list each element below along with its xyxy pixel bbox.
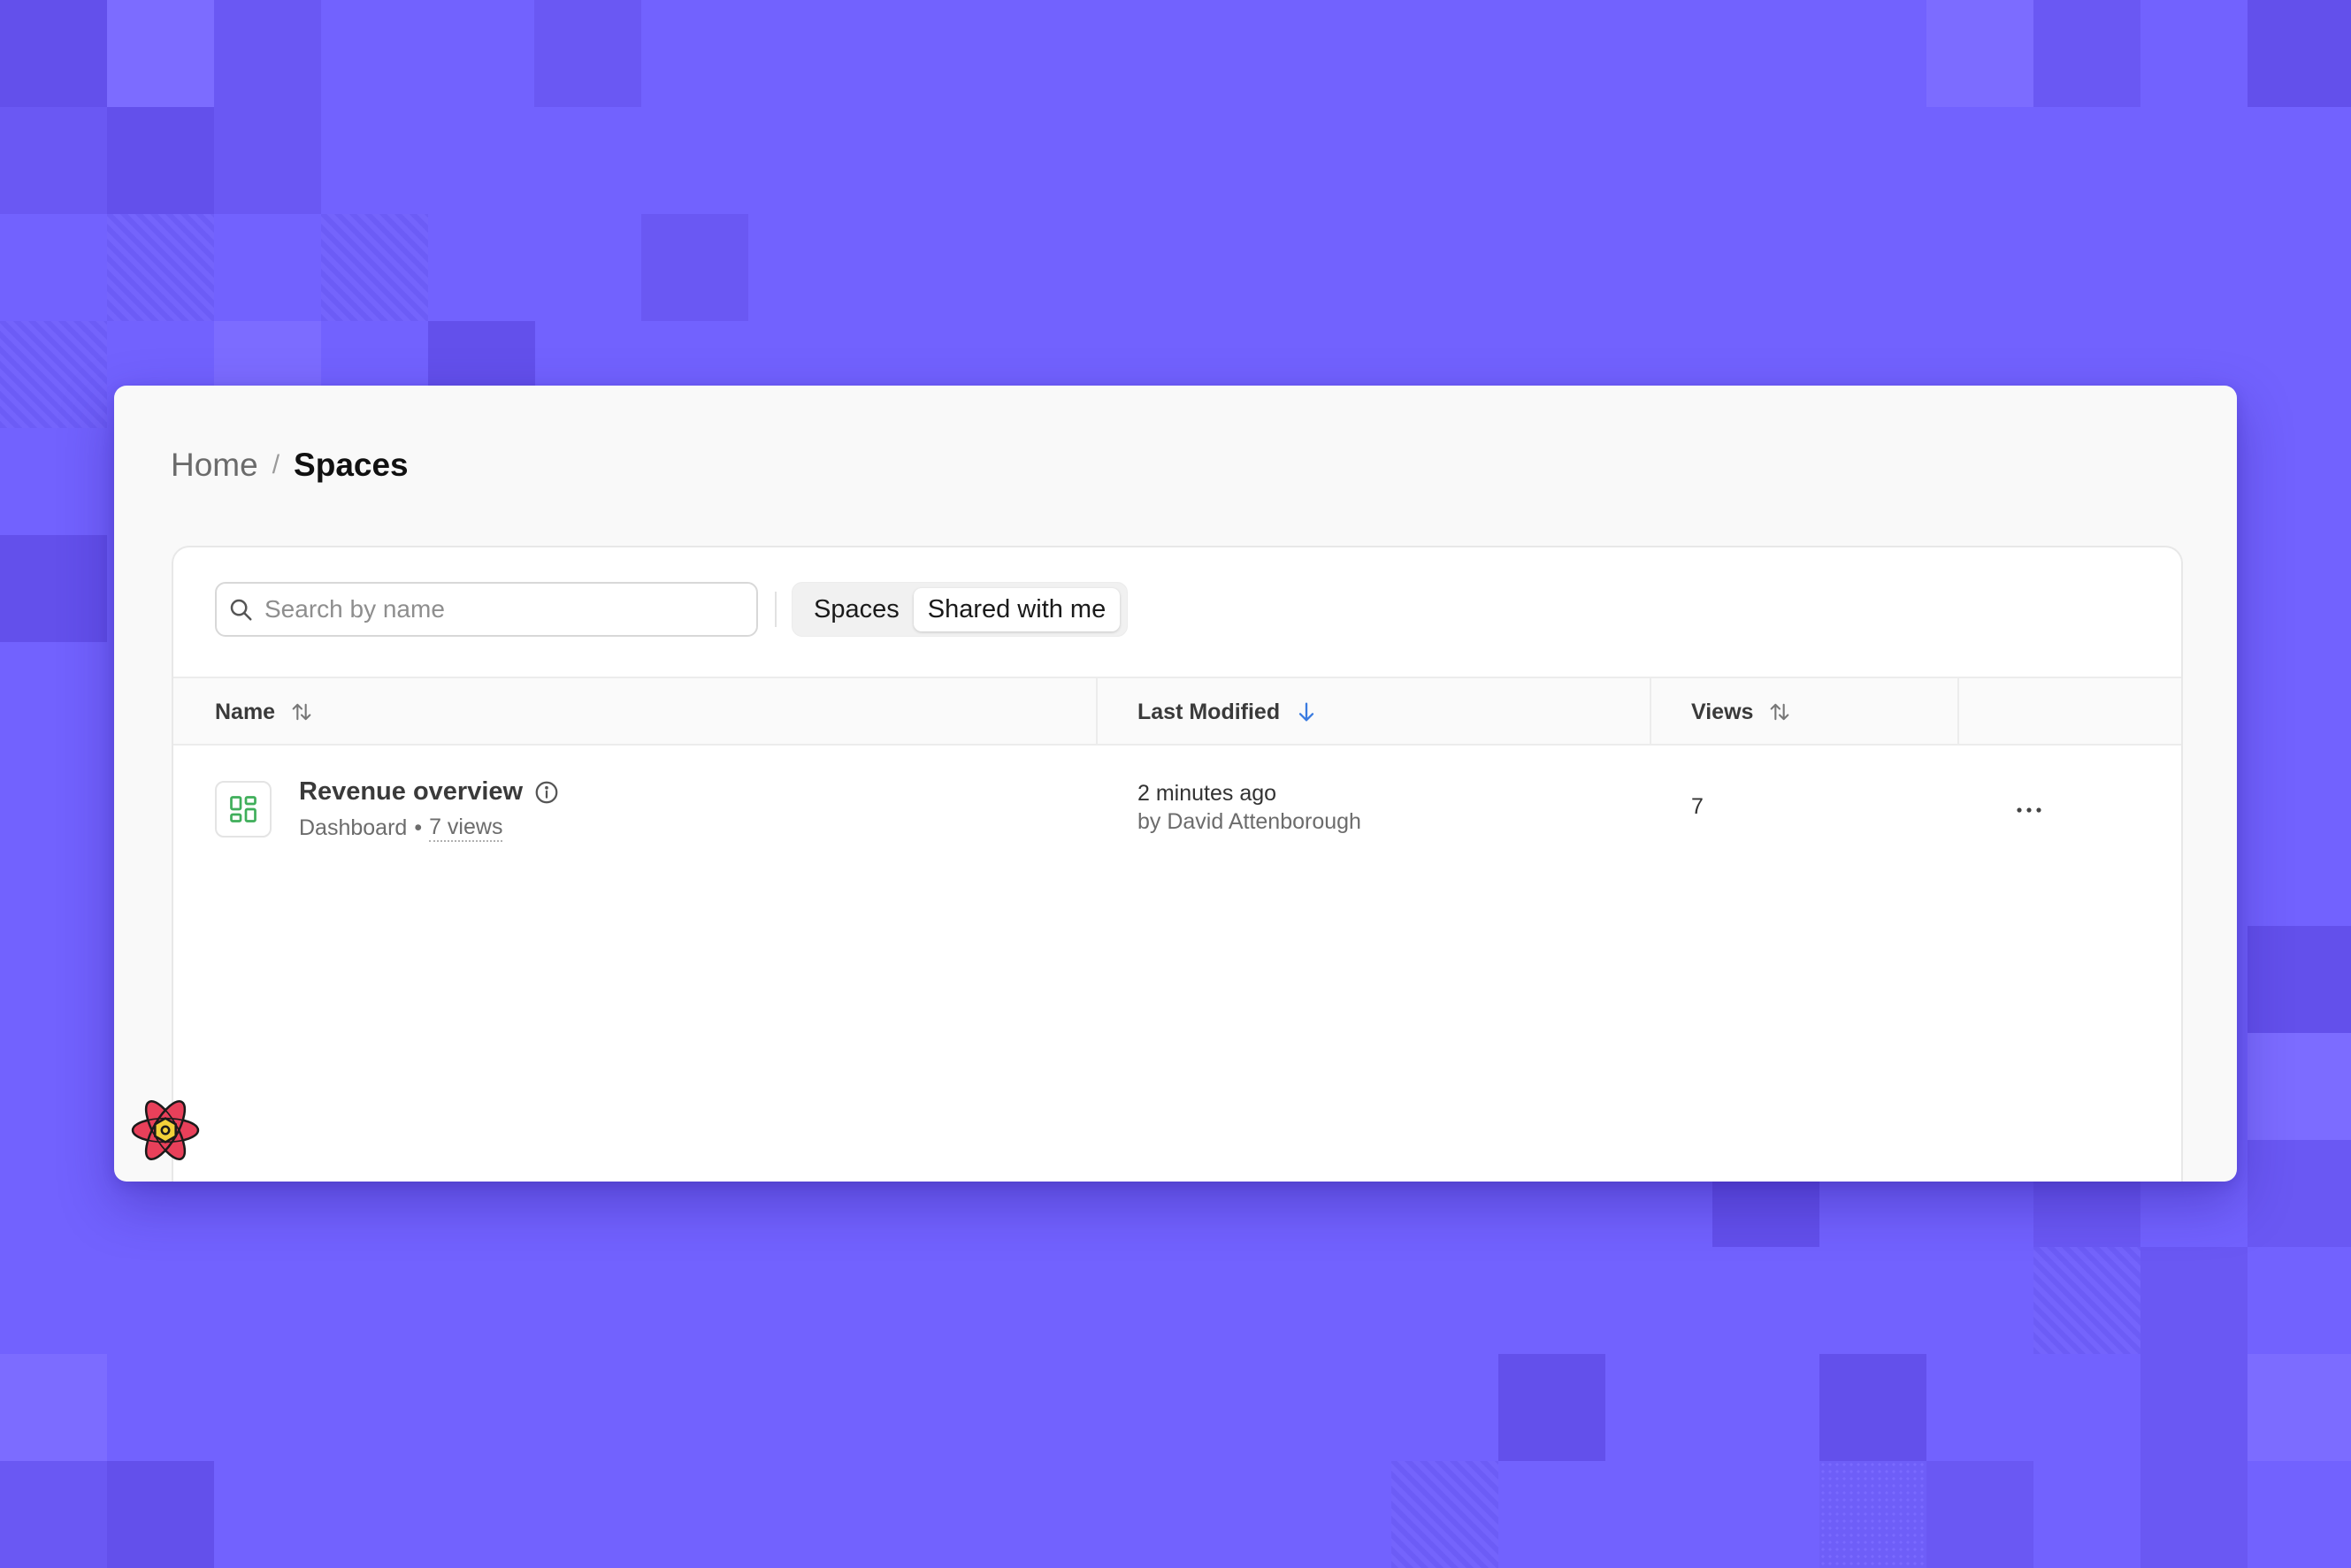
toolbar-divider: [775, 592, 777, 627]
more-options-button[interactable]: [2010, 792, 2049, 828]
column-header-label: Last Modified: [1137, 699, 1281, 724]
bg-tile: [2248, 1140, 2351, 1247]
bg-tile: [2033, 1247, 2140, 1354]
item-title[interactable]: Revenue overview: [299, 777, 523, 807]
bg-tile: [0, 321, 107, 428]
react-logo-icon[interactable]: [128, 1093, 203, 1167]
column-divider: [1096, 678, 1098, 746]
column-divider: [1957, 678, 1959, 746]
breadcrumb: Home / Spaces: [171, 444, 409, 486]
bg-tile: [1819, 1354, 1926, 1461]
breadcrumb-home-link[interactable]: Home: [171, 447, 258, 484]
modified-time: 2 minutes ago: [1137, 781, 1277, 806]
column-divider: [1650, 678, 1651, 746]
bg-tile: [0, 0, 107, 107]
spaces-panel: Spaces Shared with me Name Last Modified: [172, 546, 2183, 1182]
breadcrumb-current: Spaces: [294, 447, 409, 483]
dashboard-icon: [215, 781, 272, 838]
bg-tile: [0, 535, 107, 642]
views-count: 7: [1691, 794, 1704, 819]
more-horizontal-icon: [2017, 807, 2041, 813]
tab-spaces[interactable]: Spaces: [800, 588, 914, 631]
bg-tile: [1391, 1461, 1498, 1568]
bg-tile: [2248, 926, 2351, 1033]
bg-tile: [1926, 0, 2033, 107]
bg-tile: [2248, 0, 2351, 107]
bg-tile: [107, 1461, 214, 1568]
column-header-views[interactable]: Views: [1691, 678, 1792, 746]
bg-tile: [107, 0, 214, 107]
bg-tile: [534, 0, 641, 107]
info-icon[interactable]: [533, 779, 560, 806]
bg-tile: [2140, 1247, 2248, 1354]
column-header-label: Views: [1691, 699, 1754, 724]
search-input[interactable]: [263, 594, 756, 624]
bg-tile: [1926, 1461, 2033, 1568]
arrow-down-icon: [1298, 702, 1314, 722]
search-box[interactable]: [215, 582, 758, 637]
spaces-window: Home / Spaces Spaces Shared with me Name: [114, 386, 2237, 1182]
breadcrumb-separator: /: [272, 450, 280, 479]
bg-tile: [0, 1354, 107, 1461]
bg-tile: [2248, 1354, 2351, 1461]
bg-tile: [107, 214, 214, 321]
bg-tile: [1498, 1354, 1605, 1461]
table-row[interactable]: Revenue overview Dashboard • 7 views 2 m…: [173, 746, 2181, 875]
modified-by: by David Attenborough: [1137, 809, 1361, 834]
bg-tile: [214, 107, 321, 214]
view-toggle: Spaces Shared with me: [792, 582, 1129, 637]
bg-tile: [0, 1461, 107, 1568]
bg-tile: [214, 0, 321, 107]
bg-tile: [2140, 1354, 2248, 1461]
item-views-link[interactable]: 7 views: [429, 815, 503, 842]
bg-tile: [0, 107, 107, 214]
bg-tile: [2033, 0, 2140, 107]
item-subtitle: Dashboard • 7 views: [299, 815, 503, 842]
bg-tile: [2140, 1461, 2248, 1568]
column-header-last-modified[interactable]: Last Modified: [1137, 678, 1319, 746]
subtitle-separator: •: [414, 815, 423, 840]
bg-tile: [107, 107, 214, 214]
table-header: Name Last Modified Views: [173, 677, 2181, 746]
bg-tile: [2248, 1033, 2351, 1140]
item-type: Dashboard: [299, 815, 408, 840]
sort-icon: [1771, 703, 1789, 721]
bg-tile: [641, 214, 748, 321]
toolbar: Spaces Shared with me: [173, 547, 2181, 677]
column-header-label: Name: [215, 699, 276, 724]
sort-icon: [292, 703, 311, 721]
column-header-name[interactable]: Name: [215, 678, 314, 746]
bg-tile: [1819, 1461, 1926, 1568]
tab-shared-with-me[interactable]: Shared with me: [913, 587, 1121, 631]
search-icon: [230, 599, 252, 621]
bg-tile: [321, 214, 428, 321]
